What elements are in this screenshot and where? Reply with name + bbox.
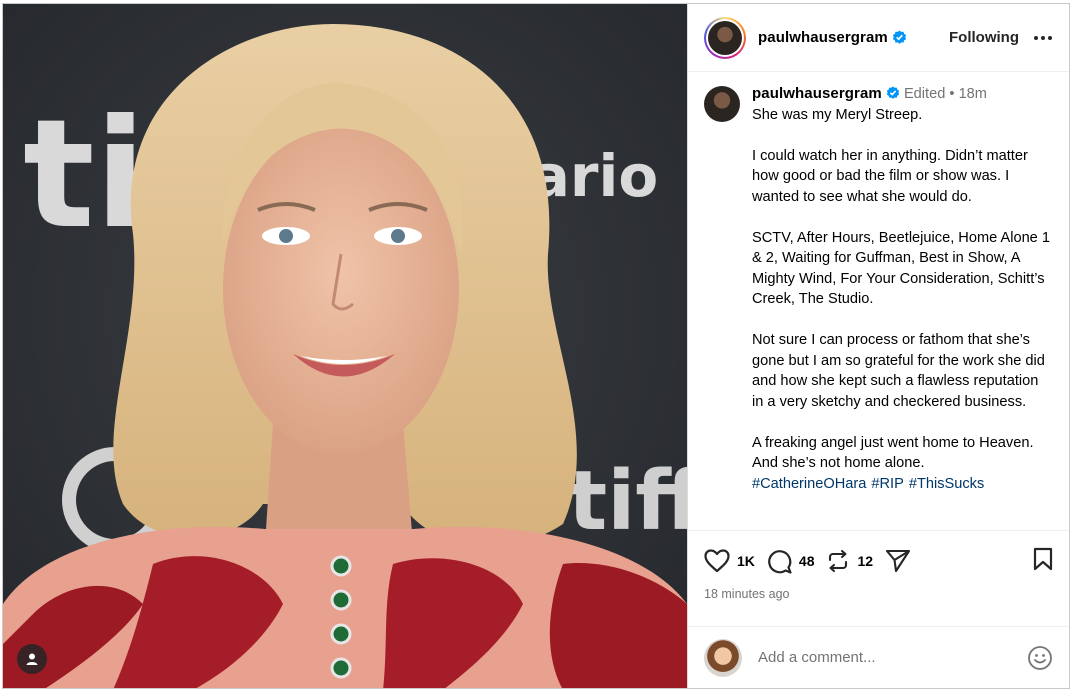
more-options-button[interactable] <box>1033 35 1053 41</box>
heart-icon <box>704 549 730 573</box>
comment-count[interactable]: 48 <box>799 553 815 569</box>
verified-badge-icon <box>892 30 906 44</box>
hashtag-link[interactable]: #CatherineOHara <box>752 476 866 492</box>
post-modal: tiff tario tiff <box>2 3 1070 689</box>
caption-paragraph: I could watch her in anything. Didn’t ma… <box>752 147 1028 205</box>
post-age: 18m <box>958 86 987 102</box>
comment-button[interactable]: 48 <box>767 549 815 574</box>
post-panel: paulwhausergram Following paulwhausergra… <box>687 4 1069 688</box>
caption-username[interactable]: paulwhausergram <box>752 85 882 102</box>
emoji-button[interactable] <box>1027 645 1053 671</box>
face <box>223 124 459 454</box>
post-header: paulwhausergram Following <box>688 4 1069 72</box>
meta-separator: • <box>949 86 955 102</box>
like-button[interactable]: 1K <box>704 549 755 573</box>
backdrop-text-3: tiff <box>568 454 687 549</box>
like-count[interactable]: 1K <box>737 553 755 569</box>
caption-area: paulwhausergram Edited • 18m She was my … <box>688 72 1069 530</box>
repost-icon <box>829 549 848 573</box>
user-tag-button[interactable] <box>17 644 47 674</box>
viewer-avatar <box>704 638 742 677</box>
comment-input[interactable] <box>756 648 1019 667</box>
caption-paragraph: She was my Meryl Streep. <box>752 106 923 123</box>
comment-bar <box>688 626 1069 688</box>
photo-illustration: tiff tario tiff <box>3 4 687 688</box>
bookmark-icon <box>1033 547 1053 570</box>
following-button[interactable]: Following <box>949 29 1019 46</box>
edited-label: Edited <box>903 86 946 102</box>
hashtags: #CatherineOHara #RIP #ThisSucks <box>752 474 1053 495</box>
header-username[interactable]: paulwhausergram <box>758 29 888 46</box>
caption: paulwhausergram Edited • 18m She was my … <box>752 85 1053 530</box>
share-button[interactable] <box>885 549 911 573</box>
emoji-icon <box>1028 645 1052 670</box>
user-tag-icon <box>26 653 38 665</box>
comment-icon <box>768 549 792 574</box>
post-photo[interactable]: tiff tario tiff <box>3 4 687 688</box>
caption-paragraph: SCTV, After Hours, Beetlejuice, Home Alo… <box>752 229 1050 308</box>
caption-paragraph: A freaking angel just went home to Heave… <box>752 434 1034 472</box>
save-button[interactable] <box>1033 547 1053 576</box>
share-icon <box>886 549 911 573</box>
more-options-icon <box>1034 35 1052 40</box>
repost-button[interactable]: 12 <box>826 549 873 573</box>
caption-text: She was my Meryl Streep. I could watch h… <box>752 105 1053 495</box>
action-bar: 1K 48 12 18 minutes ago <box>688 530 1069 626</box>
post-timestamp[interactable]: 18 minutes ago <box>704 587 1053 601</box>
caption-avatar[interactable] <box>704 86 740 122</box>
hashtag-link[interactable]: #ThisSucks <box>909 476 984 492</box>
repost-count[interactable]: 12 <box>857 553 873 569</box>
verified-badge-icon <box>886 86 899 99</box>
caption-paragraph: Not sure I can process or fathom that sh… <box>752 332 1045 410</box>
hashtag-link[interactable]: #RIP <box>871 476 903 492</box>
header-avatar[interactable] <box>704 16 746 59</box>
avatar <box>708 20 742 55</box>
